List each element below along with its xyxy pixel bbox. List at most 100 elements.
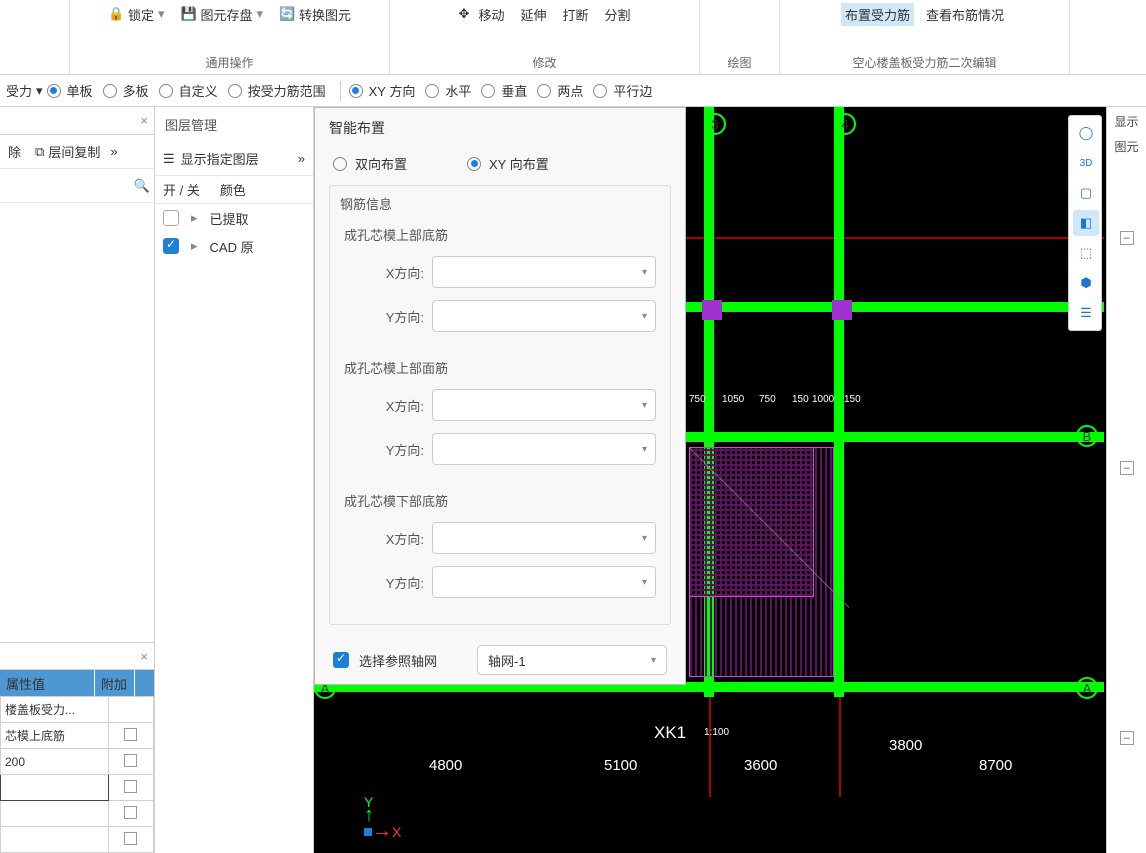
tick-1: 1050 (722, 394, 744, 405)
tool-3d[interactable]: 3D (1073, 150, 1099, 176)
prop-input[interactable] (1, 776, 108, 800)
chk-2[interactable] (124, 754, 137, 767)
r7-label: 垂直 (501, 81, 527, 100)
lock-btn[interactable]: 🔒锁定 ▾ (104, 3, 169, 26)
expand-1[interactable]: – (1120, 231, 1134, 245)
grid-marker-B: B (1076, 425, 1098, 447)
split-btn[interactable]: 分割 (601, 3, 635, 26)
prop-h2: 附加 (95, 670, 135, 696)
copy-btn[interactable]: ⧉层间复制 (31, 139, 104, 164)
s2-y-input[interactable]: ▾ (432, 433, 656, 465)
place-label: 布置受力筋 (845, 5, 910, 24)
layer-chk-1[interactable] (163, 210, 179, 226)
s3-x-input[interactable]: ▾ (432, 522, 656, 554)
layer-row-2[interactable]: ▸ CAD 原 (155, 232, 313, 260)
r3-label: 自定义 (179, 81, 218, 100)
prop-h1: 属性值 (0, 670, 95, 696)
close-icon[interactable]: × (140, 113, 148, 128)
s3-y-input[interactable]: ▾ (432, 566, 656, 598)
tool-cube1[interactable]: ▢ (1073, 180, 1099, 206)
tool-select[interactable]: ⬚ (1073, 240, 1099, 266)
show-label[interactable]: 显示指定图层 (181, 149, 259, 168)
grid-select[interactable]: 轴网-1▾ (477, 645, 667, 675)
p3-cell: 200 (1, 749, 109, 775)
place-btn[interactable]: 布置受力筋 (841, 3, 914, 26)
table-row (1, 775, 154, 801)
r8-label: 两点 (557, 81, 583, 100)
dim-4: 3800 (889, 737, 922, 754)
tool-box[interactable]: ⬢ (1073, 270, 1099, 296)
radio-custom[interactable] (159, 84, 173, 98)
delete-btn[interactable]: 除 (4, 139, 25, 164)
dim-1: 4800 (429, 757, 462, 774)
tick-5: 150 (844, 394, 861, 405)
extend-btn[interactable]: 延伸 (516, 3, 550, 26)
chk-3[interactable] (124, 780, 137, 793)
right-t2[interactable]: 图元 (1114, 138, 1138, 155)
p1-cell: 楼盖板受力... (1, 697, 109, 723)
radio-xydir[interactable]: XY 向布置 (467, 154, 549, 173)
tool-cube2[interactable]: ◧ (1073, 210, 1099, 236)
sub2: 成孔芯模上部面筋 (330, 352, 670, 383)
del-label: 除 (8, 142, 21, 161)
s1-y-input[interactable]: ▾ (432, 300, 656, 332)
y-label-3: Y方向: (344, 573, 424, 592)
view-toolbar: ◯ 3D ▢ ◧ ⬚ ⬢ ☰ (1068, 115, 1102, 331)
dialog-title: 智能布置 (315, 108, 685, 148)
search-icon[interactable]: 🔍 (134, 178, 150, 194)
grid-marker-3: 3 (704, 113, 726, 135)
chevron-icon: ▸ (191, 210, 198, 226)
opt-prefix: 受力 (6, 81, 32, 100)
table-row: 芯模上底筋 (1, 723, 154, 749)
sub1: 成孔芯模上部底筋 (330, 219, 670, 250)
radio-xy[interactable] (349, 84, 363, 98)
save-btn[interactable]: 💾图元存盘 ▾ (176, 3, 267, 26)
radio-single[interactable] (47, 84, 61, 98)
group1-label: 通用操作 (205, 51, 253, 74)
chk-5[interactable] (124, 832, 137, 845)
break-btn[interactable]: 打断 (559, 3, 593, 26)
group3-label: 空心楼盖板受力筋二次编辑 (852, 51, 996, 74)
table-row: 200 (1, 749, 154, 775)
y-label: Y方向: (344, 307, 424, 326)
tick-0: 750 (689, 394, 706, 405)
radio-multi[interactable] (103, 84, 117, 98)
option-bar: 受力 ▾ 单板 多板 自定义 按受力筋范围 XY 方向 水平 垂直 两点 平行边 (0, 75, 1146, 107)
view-btn[interactable]: 查看布筋情况 (922, 3, 1008, 26)
s1-x-input[interactable]: ▾ (432, 256, 656, 288)
more-icon-2[interactable]: » (298, 151, 305, 166)
s2-x-input[interactable]: ▾ (432, 389, 656, 421)
move-btn[interactable]: ✥移动 (454, 3, 508, 26)
radio-v[interactable] (481, 84, 495, 98)
grid-marker-4: 4 (834, 113, 856, 135)
tick-3: 150 (792, 394, 809, 405)
dim-3: 3600 (744, 757, 777, 774)
dim-2: 5100 (604, 757, 637, 774)
layer-h2: 颜色 (220, 180, 246, 199)
more-icon[interactable]: » (110, 144, 117, 159)
radio-h[interactable] (425, 84, 439, 98)
close-icon-2[interactable]: × (140, 649, 148, 664)
radio-2pt[interactable] (537, 84, 551, 98)
x-label-3: X方向: (344, 529, 424, 548)
chk-4[interactable] (124, 806, 137, 819)
tool-list[interactable]: ☰ (1073, 300, 1099, 326)
radio-range[interactable] (228, 84, 242, 98)
radio-bidir[interactable]: 双向布置 (333, 154, 407, 173)
ref-grid-chk[interactable] (333, 652, 349, 668)
xk-scale: 1:100 (704, 727, 729, 738)
layer-row-1[interactable]: ▸ 已提取 (155, 204, 313, 232)
chk-1[interactable] (124, 728, 137, 741)
grid-marker-A: A (1076, 677, 1098, 699)
p2-cell: 芯模上底筋 (1, 723, 109, 749)
convert-btn[interactable]: 🔄转换图元 (275, 3, 355, 26)
layers-icon: ☰ (163, 151, 175, 167)
radio-parallel[interactable] (593, 84, 607, 98)
tool-orbit[interactable]: ◯ (1073, 120, 1099, 146)
layer-chk-2[interactable] (163, 238, 179, 254)
xk-label: XK1 (654, 723, 686, 743)
expand-3[interactable]: – (1120, 731, 1134, 745)
split-label: 分割 (605, 5, 631, 24)
expand-2[interactable]: – (1120, 461, 1134, 475)
save-label: 图元存盘 (200, 5, 252, 24)
